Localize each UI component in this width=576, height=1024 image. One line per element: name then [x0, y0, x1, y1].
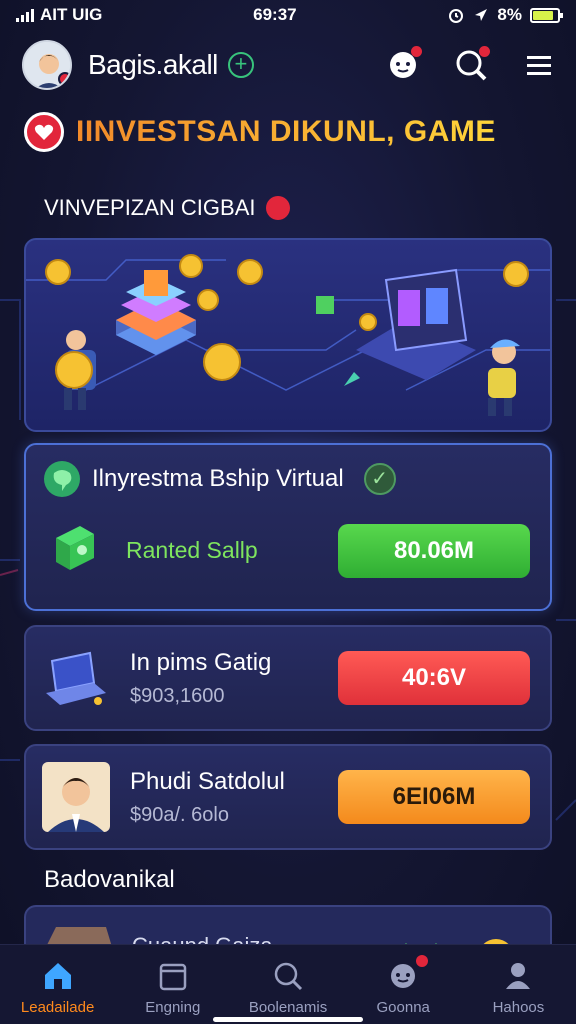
signal-icon — [16, 8, 34, 22]
investment-row[interactable]: Phudi Satdolul $90a/. 6olo 6EI06M — [24, 744, 552, 850]
featured-card-label: Ranted Sallp — [126, 537, 258, 563]
section-heading-text: VINVEPIZAN CIGBAI — [44, 195, 256, 220]
featured-amount-button[interactable]: 80.06M — [338, 523, 530, 578]
row-amount-button[interactable]: 6EI06M — [338, 770, 530, 824]
status-bar: AIT UIG 69:37 8% — [0, 0, 576, 30]
row-title: In pims Gatig — [130, 648, 272, 676]
search-icon — [274, 962, 303, 991]
nav-label: Boolenamis — [248, 999, 328, 1016]
row-subtitle: $903,1600 — [130, 684, 225, 707]
hero-banner[interactable] — [24, 238, 552, 432]
row-subtitle: $90a/. 6olo — [130, 803, 229, 826]
plus-circle-icon[interactable]: + — [227, 52, 254, 78]
nav-item-chat[interactable]: Goonna — [346, 945, 461, 1024]
app-header: Bagis.akall + — [22, 36, 556, 94]
section-heading: VINVEPIZAN CIGBAI — [44, 195, 290, 221]
heart-logo-icon — [24, 112, 64, 152]
person-portrait-icon — [42, 762, 110, 832]
alarm-icon — [449, 9, 464, 23]
menu-icon[interactable] — [522, 48, 556, 82]
home-indicator — [213, 1017, 363, 1022]
nav-label: Leadailade — [20, 999, 95, 1016]
avatar-badge — [58, 72, 70, 86]
nav-item-search[interactable]: Boolenamis — [230, 945, 345, 1024]
clock: 69:37 — [253, 5, 297, 24]
verified-check-icon: ✓ — [363, 463, 396, 495]
nav-label: Engning — [145, 999, 201, 1016]
wallet-icon — [159, 963, 187, 991]
nav-item-profile[interactable]: Hahoos — [461, 945, 576, 1024]
laptop-icon — [42, 643, 110, 713]
chat-icon[interactable] — [386, 46, 422, 82]
nav-item-wallet[interactable]: Engning — [115, 945, 230, 1024]
nav-item-home[interactable]: Leadailade — [0, 945, 115, 1024]
chat-bubble-icon — [44, 461, 80, 497]
notification-dot — [415, 955, 428, 967]
featured-investment-card[interactable]: Ilnyrestma Bship Virtual ✓ Ranted Sallp … — [24, 443, 552, 611]
carrier-label: AIT UIG — [40, 5, 103, 24]
nav-label: Hahoos — [492, 999, 545, 1016]
page-title-text: IINVESTSAN DIKUNL, GAME — [76, 115, 496, 148]
subsection-heading: Badovanikal — [44, 866, 175, 893]
nav-label: Goonna — [376, 999, 430, 1016]
notification-dot — [411, 46, 422, 57]
green-chip-icon — [50, 520, 100, 581]
investment-row[interactable]: In pims Gatig $903,1600 40:6V — [24, 625, 552, 731]
server-stack-icon — [116, 270, 196, 355]
battery-percent: 8% — [497, 5, 522, 24]
search-icon[interactable] — [454, 46, 490, 82]
bottom-nav: Leadailade Engning Boolenamis Goonna Hah… — [0, 944, 576, 1024]
page-title: IINVESTSAN DIKUNL, GAME — [24, 112, 496, 152]
row-amount-button[interactable]: 40:6V — [338, 651, 530, 705]
row-title: Phudi Satdolul — [130, 767, 285, 795]
avatar[interactable] — [22, 40, 72, 90]
hero-illustration — [26, 254, 550, 416]
featured-card-title: Ilnyrestma Bship Virtual — [92, 465, 344, 492]
notification-dot — [479, 46, 490, 57]
location-icon — [475, 9, 488, 21]
section-badge-icon — [265, 196, 290, 220]
profile-icon — [506, 963, 531, 989]
username: Bagis.akall — [88, 49, 218, 80]
chat-icon — [391, 964, 416, 988]
home-icon — [44, 963, 71, 989]
battery-icon — [530, 7, 563, 23]
